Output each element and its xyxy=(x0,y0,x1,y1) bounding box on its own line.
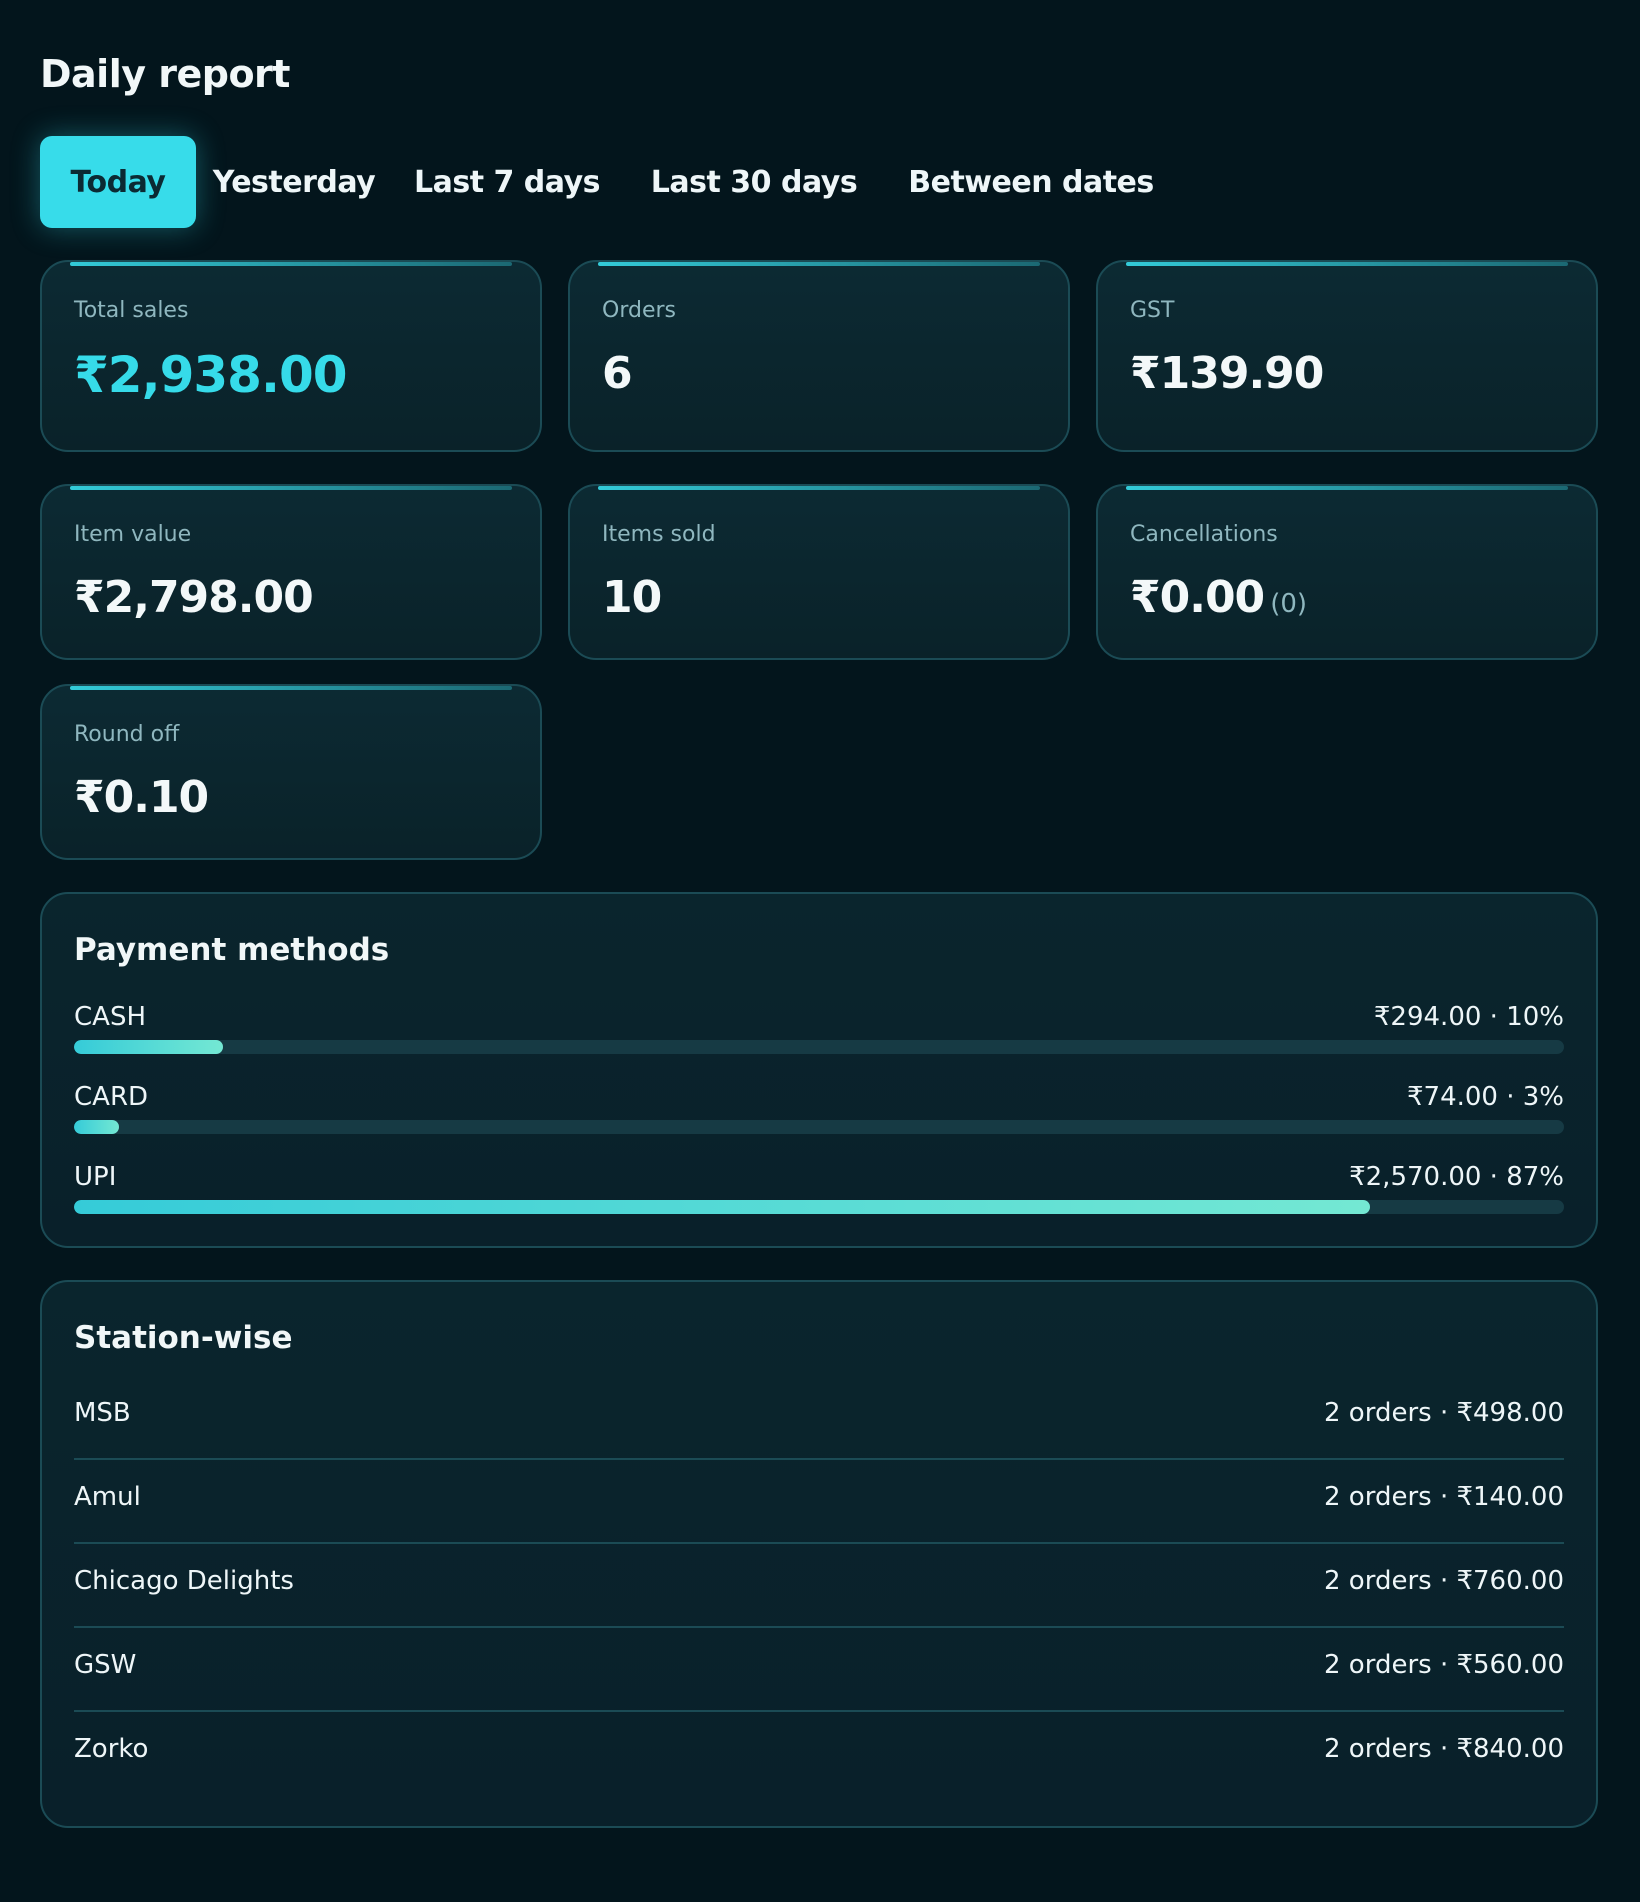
stat-value: ₹0.00 (0) xyxy=(1130,572,1307,623)
stat-label: Cancellations xyxy=(1130,522,1278,547)
tab-today[interactable]: Today xyxy=(40,136,196,228)
tab-last-30-days[interactable]: Last 30 days xyxy=(622,136,886,228)
station-name: Zorko xyxy=(74,1734,149,1764)
station-name: GSW xyxy=(74,1650,137,1680)
stat-card-orders: Orders 6 xyxy=(568,260,1070,452)
station-name: Chicago Delights xyxy=(74,1566,294,1596)
station-row-amul: Amul 2 orders · ₹140.00 xyxy=(74,1460,1564,1544)
panel-title: Payment methods xyxy=(74,932,390,968)
stat-label: Item value xyxy=(74,522,192,547)
payment-progress-fill xyxy=(74,1200,1371,1214)
station-summary: 2 orders · ₹140.00 xyxy=(1324,1482,1564,1512)
stat-card-item-value: Item value ₹2,798.00 xyxy=(40,484,542,660)
payment-method-name: CASH xyxy=(74,1002,146,1032)
payment-method-amount: ₹294.00 · 10% xyxy=(1373,1002,1564,1032)
payment-progress-track xyxy=(74,1040,1564,1054)
stat-label: Total sales xyxy=(74,298,189,323)
cancellations-amount: ₹0.00 xyxy=(1130,572,1265,623)
station-row-chicago-delights: Chicago Delights 2 orders · ₹760.00 xyxy=(74,1544,1564,1628)
stat-label: Round off xyxy=(74,722,180,747)
station-row-zorko: Zorko 2 orders · ₹840.00 xyxy=(74,1712,1564,1796)
payment-progress-fill xyxy=(74,1120,119,1134)
station-summary: 2 orders · ₹760.00 xyxy=(1324,1566,1564,1596)
payment-method-name: CARD xyxy=(74,1082,149,1112)
stat-label: GST xyxy=(1130,298,1175,323)
stat-value: ₹2,938.00 xyxy=(74,346,348,404)
station-name: Amul xyxy=(74,1482,141,1512)
stat-card-cancellations: Cancellations ₹0.00 (0) xyxy=(1096,484,1598,660)
tab-between-dates[interactable]: Between dates xyxy=(886,136,1176,228)
stat-label: Items sold xyxy=(602,522,716,547)
payment-progress-fill xyxy=(74,1040,223,1054)
stat-card-round-off: Round off ₹0.10 xyxy=(40,684,542,860)
station-summary: 2 orders · ₹560.00 xyxy=(1324,1650,1564,1680)
payment-progress-track xyxy=(74,1200,1564,1214)
payment-method-amount: ₹74.00 · 3% xyxy=(1406,1082,1564,1112)
daily-report-page: Daily report Today Yesterday Last 7 days… xyxy=(0,0,1640,1902)
payment-row-upi: UPI ₹2,570.00 · 87% xyxy=(74,1162,1564,1222)
stat-card-gst: GST ₹139.90 xyxy=(1096,260,1598,452)
station-summary: 2 orders · ₹498.00 xyxy=(1324,1398,1564,1428)
panel-title: Station-wise xyxy=(74,1320,293,1356)
stat-value: ₹139.90 xyxy=(1130,348,1324,399)
tab-yesterday[interactable]: Yesterday xyxy=(196,136,392,228)
station-name: MSB xyxy=(74,1398,131,1428)
stat-value: 6 xyxy=(602,348,633,399)
payment-row-card: CARD ₹74.00 · 3% xyxy=(74,1082,1564,1142)
cancellations-count: (0) xyxy=(1270,589,1308,619)
stat-value: ₹0.10 xyxy=(74,772,209,823)
station-wise-panel: Station-wise MSB 2 orders · ₹498.00 Amul… xyxy=(40,1280,1598,1828)
stat-label: Orders xyxy=(602,298,676,323)
stat-value: ₹2,798.00 xyxy=(74,572,314,623)
payment-row-cash: CASH ₹294.00 · 10% xyxy=(74,1002,1564,1062)
tab-last-7-days[interactable]: Last 7 days xyxy=(392,136,622,228)
station-summary: 2 orders · ₹840.00 xyxy=(1324,1734,1564,1764)
payment-progress-track xyxy=(74,1120,1564,1134)
station-row-msb: MSB 2 orders · ₹498.00 xyxy=(74,1376,1564,1460)
payment-methods-panel: Payment methods CASH ₹294.00 · 10% CARD … xyxy=(40,892,1598,1248)
station-row-gsw: GSW 2 orders · ₹560.00 xyxy=(74,1628,1564,1712)
page-title: Daily report xyxy=(40,52,290,96)
payment-method-name: UPI xyxy=(74,1162,117,1192)
stat-card-items-sold: Items sold 10 xyxy=(568,484,1070,660)
date-range-tabs: Today Yesterday Last 7 days Last 30 days… xyxy=(40,136,1176,228)
payment-method-amount: ₹2,570.00 · 87% xyxy=(1349,1162,1564,1192)
stat-value: 10 xyxy=(602,572,662,623)
stat-card-total-sales: Total sales ₹2,938.00 xyxy=(40,260,542,452)
